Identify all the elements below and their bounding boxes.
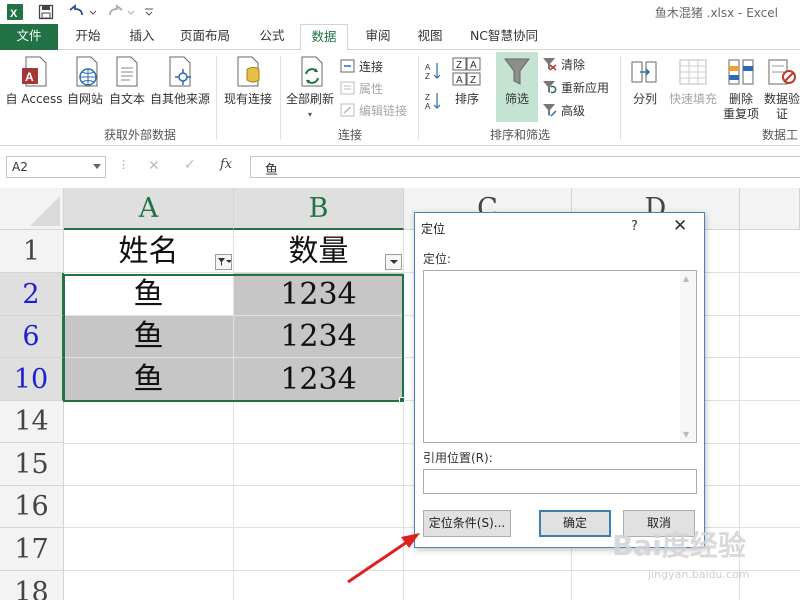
red-arrow-annotation: [347, 533, 420, 584]
watermark: Bai度经验: [612, 529, 746, 562]
excel-window: X 鱼木混猪 .xlsx - Excel 文件 开始 插入 页面布局 公式 数据…: [0, 0, 800, 600]
watermark-url: jingyan.baidu.com: [648, 568, 750, 581]
